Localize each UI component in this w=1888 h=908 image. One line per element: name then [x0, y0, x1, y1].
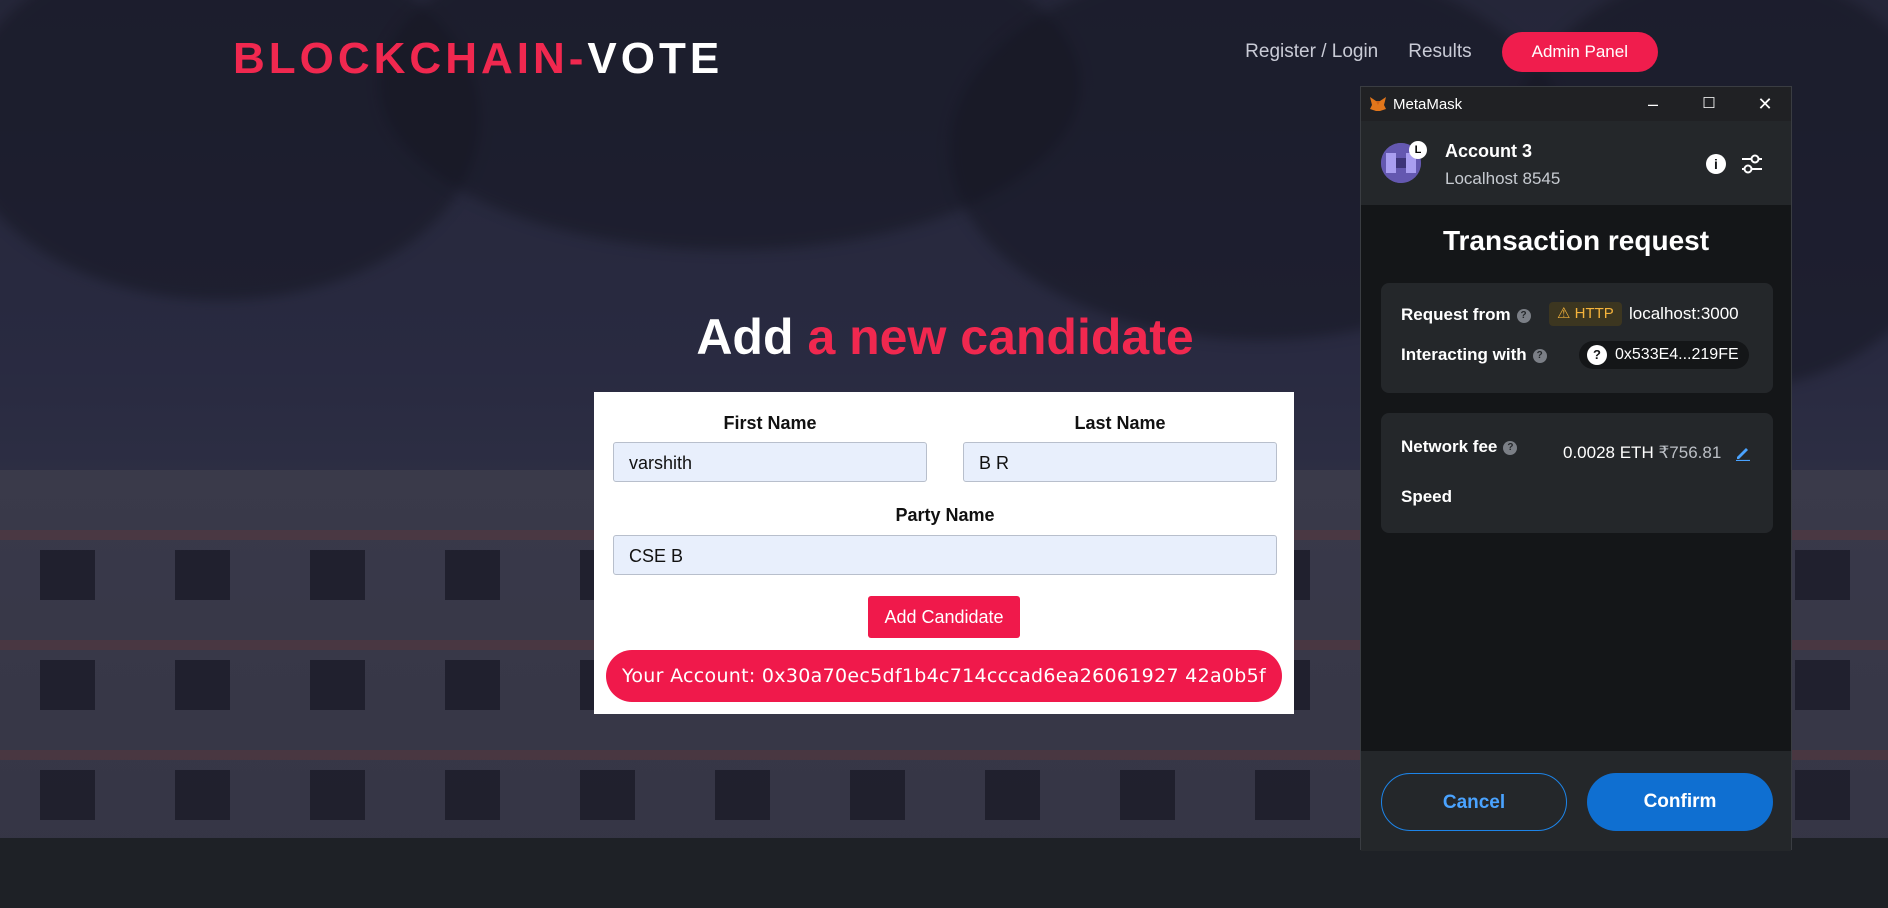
http-warning-badge: ⚠ HTTP — [1549, 302, 1622, 326]
add-candidate-form: First Name varshith Last Name B R Party … — [594, 392, 1294, 714]
page-title-accent: a new candidate — [807, 309, 1194, 365]
party-name-label: Party Name — [895, 505, 995, 525]
help-icon[interactable]: ? — [1532, 348, 1547, 363]
top-nav: Register / Login Results Admin Panel — [1245, 32, 1658, 72]
request-from-row: Request from? — [1401, 305, 1531, 325]
metamask-fox-icon — [1370, 97, 1386, 111]
cancel-button[interactable]: Cancel — [1381, 773, 1567, 831]
metamask-footer: Cancel Confirm — [1361, 751, 1791, 851]
last-name-label: Last Name — [1074, 413, 1166, 433]
page-title: Add a new candidate — [600, 308, 1290, 366]
interacting-with-row: Interacting with? — [1401, 345, 1547, 365]
http-badge-label: HTTP — [1574, 305, 1614, 322]
confirm-button[interactable]: Confirm — [1587, 773, 1773, 831]
interacting-with-label: Interacting with — [1401, 345, 1527, 364]
fee-fiat: ₹756.81 — [1658, 443, 1722, 462]
add-candidate-button[interactable]: Add Candidate — [868, 596, 1020, 638]
brand-part-1: BLOCKCHAIN- — [233, 34, 588, 83]
network-initial-badge: L — [1409, 141, 1427, 159]
help-icon[interactable]: ? — [1516, 308, 1531, 323]
metamask-window: MetaMask – ☐ ✕ L Account 3 Localhost 854… — [1360, 86, 1792, 851]
network-fee-row: Network fee? — [1401, 437, 1518, 457]
nav-results[interactable]: Results — [1408, 41, 1471, 63]
metamask-window-title: MetaMask — [1393, 96, 1463, 113]
fee-details-box: Network fee? 0.0028 ETH ₹756.81 Speed — [1381, 413, 1773, 533]
maximize-icon[interactable]: ☐ — [1681, 87, 1737, 121]
request-details-box: Request from? ⚠ HTTP localhost:3000 Inte… — [1381, 283, 1773, 393]
account-address-banner: Your Account: 0x30a70ec5df1b4c714cccad6e… — [606, 650, 1282, 702]
minimize-icon[interactable]: – — [1625, 87, 1681, 121]
info-icon[interactable]: i — [1706, 154, 1726, 174]
settings-sliders-icon[interactable] — [1739, 151, 1765, 177]
fee-eth: 0.0028 ETH — [1563, 443, 1654, 462]
account-name: Account 3 — [1445, 141, 1533, 161]
network-fee-label: Network fee — [1401, 437, 1498, 456]
edit-fee-pencil-icon[interactable] — [1735, 445, 1751, 461]
warning-icon: ⚠ — [1557, 305, 1571, 322]
close-icon[interactable]: ✕ — [1737, 87, 1793, 121]
unknown-contract-icon: ? — [1587, 345, 1607, 365]
request-from-label: Request from — [1401, 305, 1511, 324]
speed-label: Speed — [1401, 487, 1453, 506]
transaction-request-title: Transaction request — [1442, 225, 1710, 256]
party-name-input[interactable]: CSE B — [613, 535, 1277, 575]
first-name-input[interactable]: varshith — [613, 442, 927, 482]
network-name: Localhost 8545 — [1445, 169, 1561, 188]
contract-address: 0x533E4...219FE — [1615, 346, 1739, 363]
help-icon[interactable]: ? — [1503, 440, 1518, 455]
first-name-label: First Name — [723, 413, 817, 433]
contract-address-pill[interactable]: ? 0x533E4...219FE — [1579, 341, 1749, 369]
brand-part-2: VOTE — [587, 34, 724, 83]
request-host: localhost:3000 — [1629, 304, 1739, 323]
brand-logo[interactable]: BLOCKCHAIN-VOTE — [233, 34, 723, 84]
last-name-input[interactable]: B R — [963, 442, 1277, 482]
account-header: L Account 3 Localhost 8545 i — [1361, 121, 1791, 205]
page-title-plain: Add — [696, 309, 794, 365]
metamask-titlebar: MetaMask – ☐ ✕ — [1361, 87, 1791, 121]
network-fee-value: 0.0028 ETH ₹756.81 — [1563, 443, 1721, 463]
nav-register-login[interactable]: Register / Login — [1245, 41, 1378, 63]
admin-panel-button[interactable]: Admin Panel — [1501, 32, 1658, 72]
